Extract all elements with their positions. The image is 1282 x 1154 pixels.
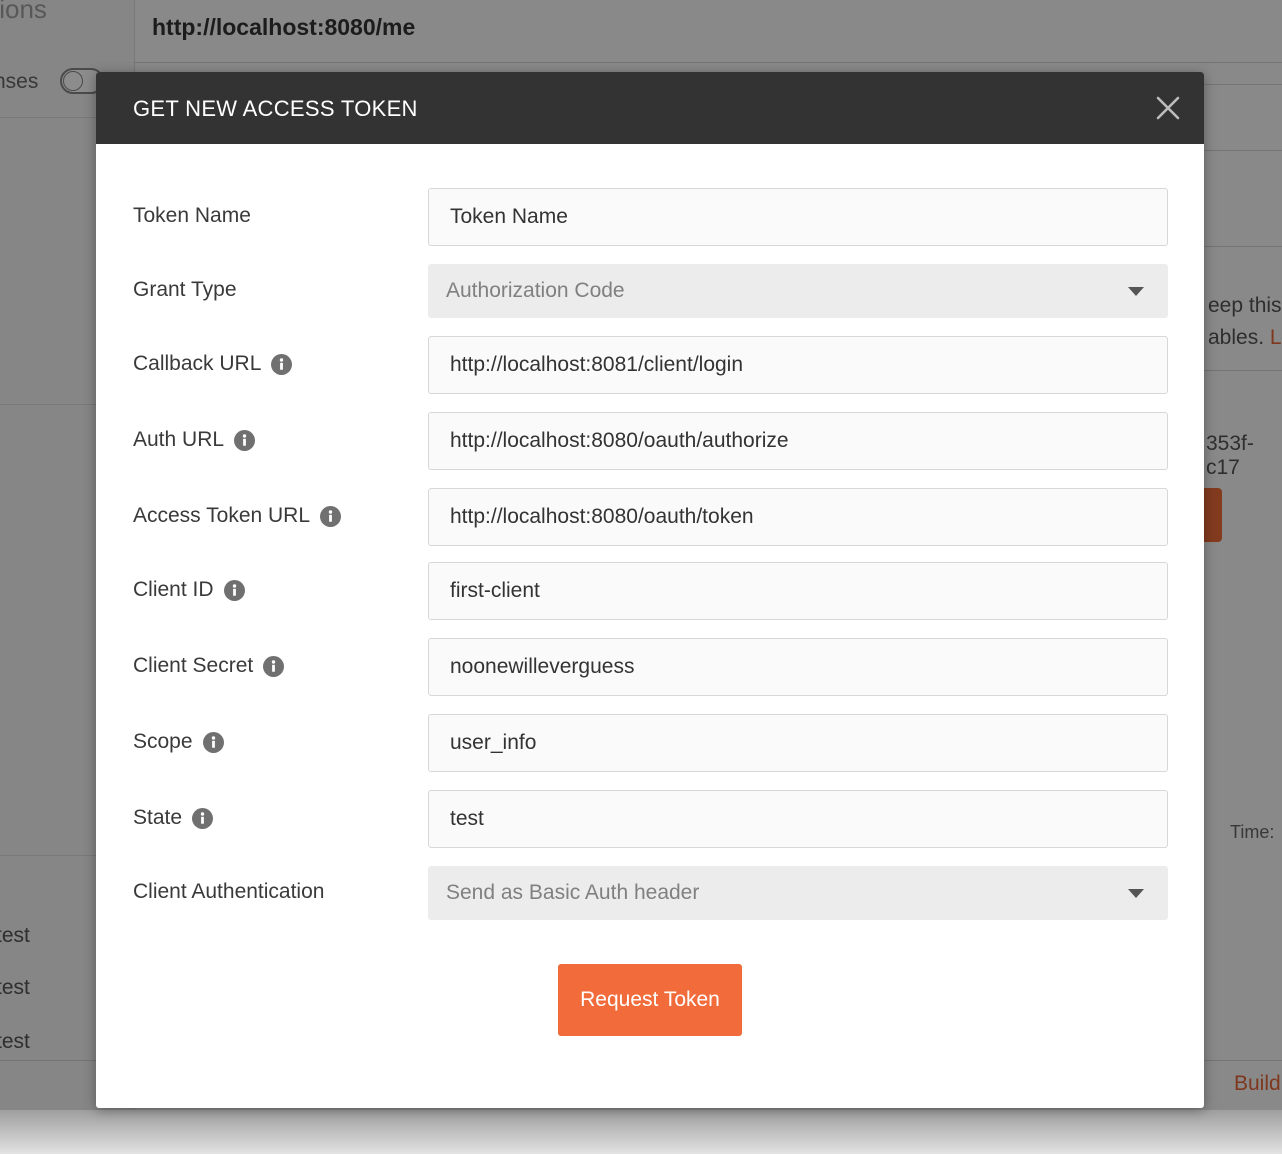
- info-icon[interactable]: [320, 505, 342, 527]
- grant-type-row: Grant Type Authorization Code: [96, 264, 1204, 322]
- auth-url-row: Auth URL: [96, 412, 1204, 470]
- info-icon[interactable]: [263, 655, 285, 677]
- client-authentication-label-text: Client Authentication: [133, 880, 325, 903]
- scope-input[interactable]: [428, 714, 1168, 772]
- info-icon[interactable]: [271, 353, 293, 375]
- scope-label-text: Scope: [133, 730, 193, 753]
- client-secret-label-text: Client Secret: [133, 654, 254, 677]
- access-token-url-row: Access Token URL: [96, 488, 1204, 546]
- grant-type-value: Authorization Code: [446, 279, 625, 302]
- info-icon[interactable]: [223, 579, 245, 601]
- access-token-url-label: Access Token URL: [133, 504, 342, 528]
- state-input[interactable]: [428, 790, 1168, 848]
- chevron-down-icon: [1128, 287, 1144, 296]
- window-bottom-strip: [0, 1110, 1282, 1154]
- client-id-label-text: Client ID: [133, 578, 214, 601]
- access-token-url-input[interactable]: [428, 488, 1168, 546]
- token-name-label: Token Name: [133, 204, 251, 228]
- scope-label: Scope: [133, 730, 224, 754]
- client-secret-row: Client Secret: [96, 638, 1204, 696]
- client-secret-input[interactable]: [428, 638, 1168, 696]
- get-new-access-token-dialog: GET NEW ACCESS TOKEN Token Name Grant Ty…: [96, 72, 1204, 1108]
- token-name-input[interactable]: [428, 188, 1168, 246]
- state-label: State: [133, 806, 214, 830]
- dialog-header: GET NEW ACCESS TOKEN: [96, 72, 1204, 144]
- chevron-down-icon: [1128, 889, 1144, 898]
- info-icon[interactable]: [234, 429, 256, 451]
- token-name-row: Token Name: [96, 188, 1204, 246]
- client-authentication-select[interactable]: Send as Basic Auth header: [428, 866, 1168, 920]
- client-id-row: Client ID: [96, 562, 1204, 620]
- client-authentication-value: Send as Basic Auth header: [446, 881, 700, 904]
- info-icon[interactable]: [202, 731, 224, 753]
- state-label-text: State: [133, 806, 183, 829]
- info-icon[interactable]: [192, 807, 214, 829]
- grant-type-label-text: Grant Type: [133, 278, 237, 301]
- callback-url-input[interactable]: [428, 336, 1168, 394]
- client-authentication-row: Client Authentication Send as Basic Auth…: [96, 866, 1204, 924]
- scope-row: Scope: [96, 714, 1204, 772]
- token-name-label-text: Token Name: [133, 204, 251, 227]
- request-token-button[interactable]: Request Token: [558, 964, 742, 1036]
- grant-type-label: Grant Type: [133, 278, 237, 302]
- callback-url-row: Callback URL: [96, 336, 1204, 394]
- auth-url-input[interactable]: [428, 412, 1168, 470]
- callback-url-label-text: Callback URL: [133, 352, 262, 375]
- callback-url-label: Callback URL: [133, 352, 293, 376]
- client-id-label: Client ID: [133, 578, 245, 602]
- state-row: State: [96, 790, 1204, 848]
- client-authentication-label: Client Authentication: [133, 880, 324, 904]
- access-token-url-label-text: Access Token URL: [133, 504, 311, 527]
- close-icon[interactable]: [1154, 94, 1182, 122]
- grant-type-select[interactable]: Authorization Code: [428, 264, 1168, 318]
- dialog-title: GET NEW ACCESS TOKEN: [133, 96, 418, 121]
- auth-url-label: Auth URL: [133, 428, 256, 452]
- auth-url-label-text: Auth URL: [133, 428, 225, 451]
- client-id-input[interactable]: [428, 562, 1168, 620]
- client-secret-label: Client Secret: [133, 654, 285, 678]
